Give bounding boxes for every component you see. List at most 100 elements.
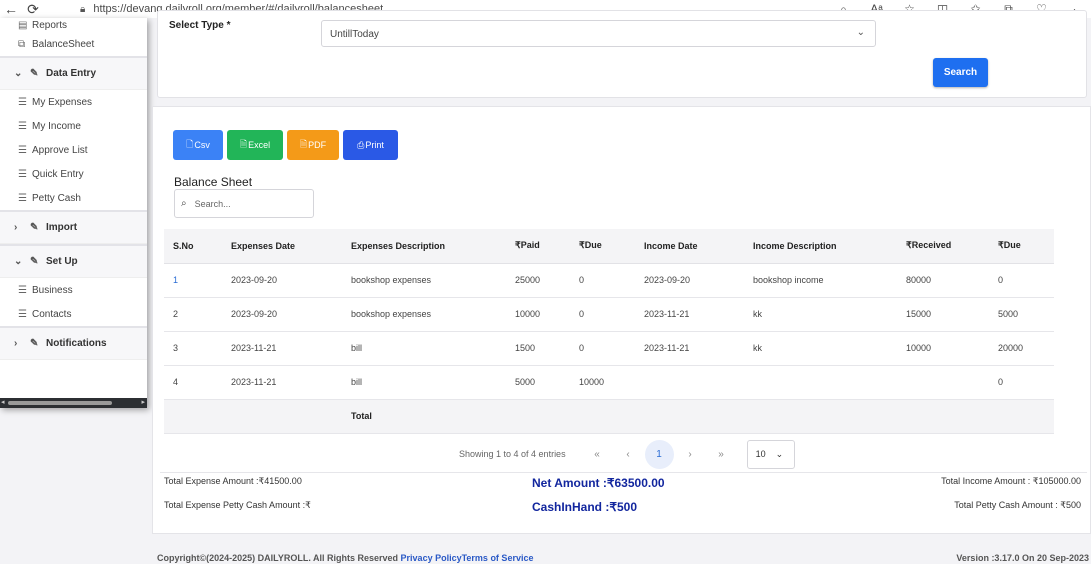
scroll-right-icon[interactable]: ▸ (141, 398, 145, 406)
export-excel-button[interactable]: 🗎︎ Excel (227, 130, 283, 160)
file-icon: 🗋︎ (186, 139, 194, 149)
privacy-policy-link[interactable]: Privacy Policy (401, 553, 462, 563)
pagination: Showing 1 to 4 of 4 entries « ‹ 1 › » 10… (459, 439, 795, 469)
page-button-current[interactable]: 1 (644, 439, 674, 469)
back-arrow-icon[interactable]: ← (0, 0, 22, 18)
terms-of-service-link[interactable]: Terms of Service (462, 553, 534, 563)
total-label: Total (342, 399, 506, 434)
footer: Copyright©(2024-2025) DAILYROLL. All Rig… (157, 553, 1091, 563)
table-cell: 4 (164, 365, 222, 400)
page-size-select[interactable]: 10 ⌄ (746, 439, 795, 469)
column-header[interactable]: ₹Due (989, 229, 1054, 264)
table-row: 2 2023-09-20 bookshop expenses 10000 0 2… (164, 297, 1054, 332)
last-page-button[interactable]: » (706, 449, 737, 460)
column-header[interactable]: Income Description (744, 229, 897, 264)
sidebar-item-my-income[interactable]: ☰ My Income (0, 114, 147, 138)
column-header[interactable]: S.No (164, 229, 222, 264)
sidebar-item-label: Petty Cash (32, 192, 81, 204)
sidebar-item-business[interactable]: ☰ Business (0, 278, 147, 302)
column-header[interactable]: Expenses Date (222, 229, 342, 264)
table-row: 1 2023-09-20 bookshop expenses 25000 0 2… (164, 263, 1054, 298)
column-header[interactable]: ₹Received (897, 229, 989, 264)
chevron-down-icon: ⌄ (14, 68, 23, 79)
sidebar-item-label: My Expenses (32, 96, 93, 108)
sidebar-item-my-expenses[interactable]: ☰ My Expenses (0, 90, 147, 114)
next-page-button[interactable]: › (675, 449, 706, 460)
table-cell (635, 399, 744, 434)
table-cell (635, 365, 744, 400)
scroll-left-icon[interactable]: ◂ (1, 398, 5, 406)
chevron-down-icon: ⌄ (856, 27, 865, 38)
file-pdf-icon: 🗎︎ (299, 139, 308, 149)
page-size-value: 10 (755, 449, 766, 459)
sidebar-item-label: BalanceSheet (32, 38, 95, 50)
table-cell: 5000 (506, 365, 570, 400)
chevron-down-icon: ⌄ (775, 448, 784, 459)
export-pdf-button[interactable]: 🗎︎ PDF (287, 130, 339, 160)
list-icon: ☰ (18, 284, 27, 296)
column-header[interactable]: ₹Paid (506, 229, 570, 264)
table-cell: 2023-09-20 (222, 297, 342, 332)
table-cell: 2023-11-21 (222, 365, 342, 400)
sidebar-item-contacts[interactable]: ☰ Contacts (0, 302, 147, 326)
external-link-icon: ⧉ (18, 38, 26, 50)
table-cell (897, 365, 989, 400)
sidebar-section-set-up[interactable]: ⌄ ✎ Set Up (0, 244, 147, 278)
balance-sheet-table: S.No Expenses Date Expenses Description … (164, 229, 1054, 434)
sidebar: ▤ Reports ⧉ BalanceSheet ⌄ ✎ Data Entry … (0, 18, 147, 408)
column-header[interactable]: Income Date (635, 229, 744, 264)
button-label: Csv (194, 140, 210, 150)
sidebar-item-label: Business (32, 284, 73, 296)
total-expense-petty-cash: Total Expense Petty Cash Amount :₹ (164, 500, 311, 510)
sidebar-item-label: Approve List (32, 144, 88, 156)
sidebar-section-data-entry[interactable]: ⌄ ✎ Data Entry (0, 56, 147, 90)
lock-icon: 🔒︎ (80, 3, 86, 15)
table-cell: 3 (164, 331, 222, 366)
select-type-label: Select Type * (169, 20, 231, 31)
pencil-icon: ✎ (30, 222, 39, 233)
table-search-input[interactable]: ⌕ Search... (174, 189, 314, 218)
sidebar-section-label: Notifications (46, 338, 107, 349)
list-icon: ☰ (18, 96, 27, 108)
table-cell: 0 (570, 297, 635, 332)
export-csv-button[interactable]: 🗋︎ Csv (173, 130, 223, 160)
table-cell: 20000 (989, 331, 1054, 366)
version-text: Version :3.17.0 On 20 Sep-2023 (956, 553, 1089, 563)
table-cell: 0 (570, 331, 635, 366)
sidebar-item-reports[interactable]: ▤ Reports (0, 18, 147, 32)
row-sno-link[interactable]: 1 (164, 263, 222, 298)
print-button[interactable]: ⎙ Print (343, 130, 398, 160)
table-cell: bookshop income (744, 263, 897, 298)
refresh-icon[interactable]: ⟳ (22, 0, 44, 18)
list-icon: ☰ (18, 144, 27, 156)
table-cell: 10000 (570, 365, 635, 400)
sidebar-item-label: Quick Entry (32, 168, 84, 180)
sidebar-item-balancesheet[interactable]: ⧉ BalanceSheet (0, 32, 147, 56)
scrollbar-thumb[interactable] (8, 401, 112, 405)
table-cell: 10000 (506, 297, 570, 332)
sidebar-section-import[interactable]: › ✎ Import (0, 210, 147, 244)
sidebar-item-label: Reports (32, 19, 68, 31)
column-header[interactable]: ₹Due (570, 229, 635, 264)
sidebar-section-notifications[interactable]: › ✎ Notifications (0, 326, 147, 360)
sidebar-item-quick-entry[interactable]: ☰ Quick Entry (0, 162, 147, 186)
table-row: 4 2023-11-21 bill 5000 10000 0 (164, 365, 1054, 400)
sidebar-item-petty-cash[interactable]: ☰ Petty Cash (0, 186, 147, 210)
select-type-dropdown[interactable]: UntillToday ⌄ (321, 20, 876, 47)
search-button[interactable]: Search (933, 58, 988, 87)
sidebar-horizontal-scrollbar[interactable]: ◂ ▸ (0, 398, 147, 408)
report-icon: ▤ (18, 19, 28, 31)
table-total-row: Total (164, 399, 1054, 434)
chevron-right-icon: › (14, 338, 18, 349)
printer-icon: ⎙ (357, 139, 365, 150)
table-cell (744, 399, 897, 434)
sidebar-item-label: My Income (32, 120, 81, 132)
table-cell: 2023-11-21 (635, 297, 744, 332)
sidebar-item-approve-list[interactable]: ☰ Approve List (0, 138, 147, 162)
prev-page-button[interactable]: ‹ (613, 449, 644, 460)
column-header[interactable]: Expenses Description (342, 229, 506, 264)
total-petty-cash-amount: Total Petty Cash Amount : ₹500 (954, 500, 1081, 510)
table-cell (570, 399, 635, 434)
sidebar-section-label: Data Entry (46, 68, 97, 79)
first-page-button[interactable]: « (582, 449, 613, 460)
